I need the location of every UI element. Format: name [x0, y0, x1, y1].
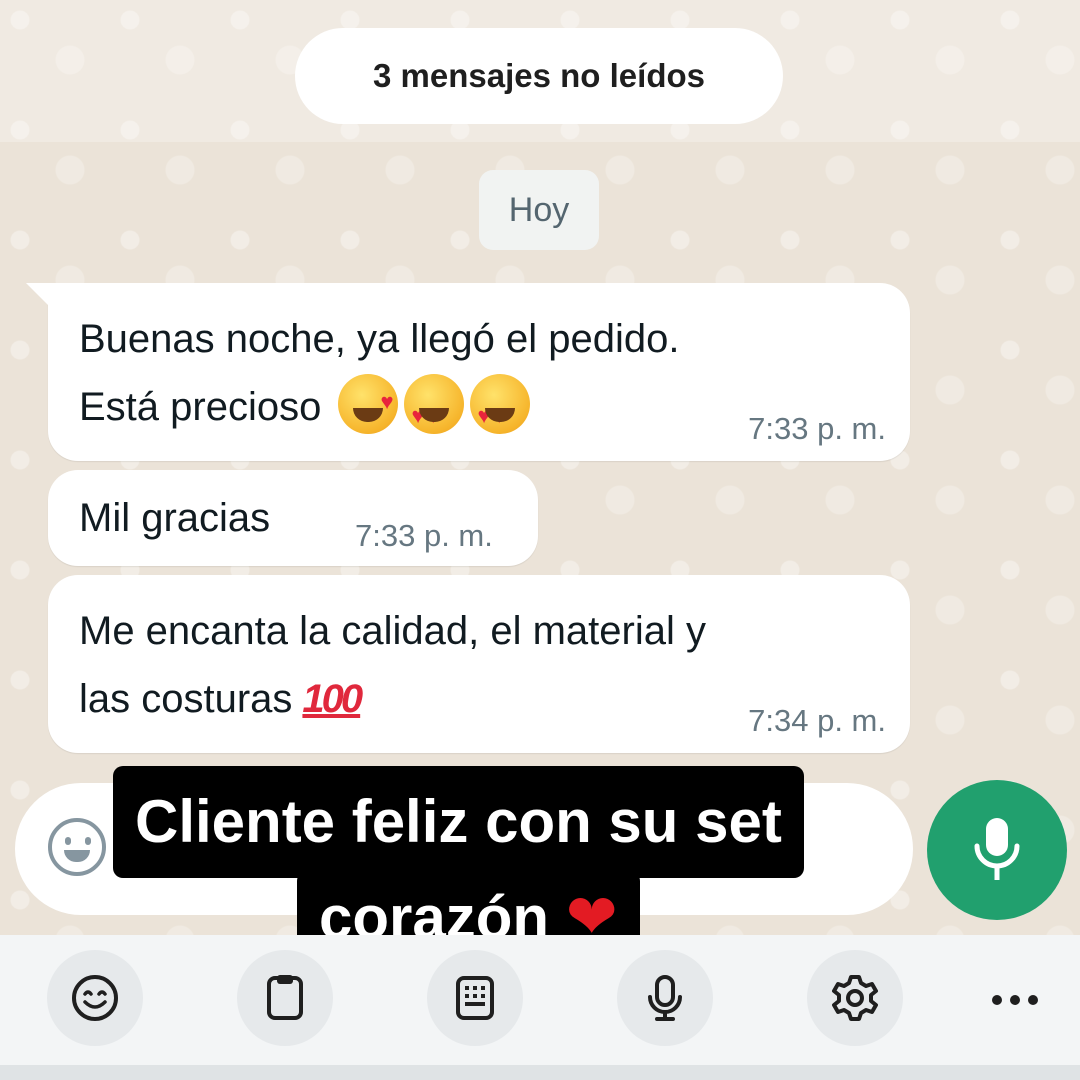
hundred-points-icon: 100: [302, 677, 363, 721]
message-timestamp: 7:33 p. m.: [748, 411, 886, 446]
message-text: Mil gracias: [79, 496, 271, 540]
clipboard-icon: [267, 975, 303, 1020]
keyboard-settings-button[interactable]: [807, 950, 903, 1046]
message-line-with-emoji: las costuras 100: [79, 665, 706, 733]
heart-eyes-icon: [470, 374, 531, 450]
message-bubble[interactable]: Mil gracias 7:33 p. m.: [48, 470, 538, 566]
message-text: Me encanta la calidad, el material y las…: [79, 597, 706, 733]
bottom-strip: [0, 1065, 1080, 1080]
keypad-icon: [456, 976, 494, 1020]
heart-eyes-icon: [404, 374, 465, 450]
message-line: las costuras: [79, 677, 293, 721]
keyboard-emoji-button[interactable]: [47, 950, 143, 1046]
message-bubble[interactable]: Me encanta la calidad, el material y las…: [48, 575, 910, 753]
message-line-with-emoji: Está precioso: [79, 368, 679, 450]
keyboard-clipboard-button[interactable]: [237, 950, 333, 1046]
smiling-face-with-hearts-icon: [338, 368, 399, 436]
overlay-caption: Cliente feliz con su set corazón ❤: [0, 763, 1080, 963]
keyboard-voice-button[interactable]: [617, 950, 713, 1046]
date-separator: Hoy: [479, 170, 599, 250]
keyboard-toolbar: [0, 935, 1080, 1080]
message-timestamp: 7:33 p. m.: [355, 518, 493, 553]
microphone-icon: [648, 975, 682, 1021]
caption-line: Cliente feliz con su set: [113, 766, 804, 878]
unread-messages-label: 3 mensajes no leídos: [373, 57, 705, 94]
more-icon: [992, 995, 1038, 1005]
message-bubble[interactable]: Buenas noche, ya llegó el pedido. Está p…: [26, 283, 910, 461]
message-line: Está precioso: [79, 385, 322, 429]
message-line: Me encanta la calidad, el material y: [79, 609, 706, 653]
unread-messages-banner: 3 mensajes no leídos: [295, 28, 783, 124]
message-line: Buenas noche, ya llegó el pedido.: [79, 317, 680, 361]
emoji-icon: [72, 975, 118, 1021]
date-label: Hoy: [508, 190, 570, 229]
more-options-button[interactable]: [985, 970, 1045, 1030]
message-timestamp: 7:34 p. m.: [748, 703, 886, 738]
message-text: Buenas noche, ya llegó el pedido. Está p…: [79, 305, 680, 450]
settings-icon: [832, 975, 878, 1021]
keyboard-keypad-button[interactable]: [427, 950, 523, 1046]
